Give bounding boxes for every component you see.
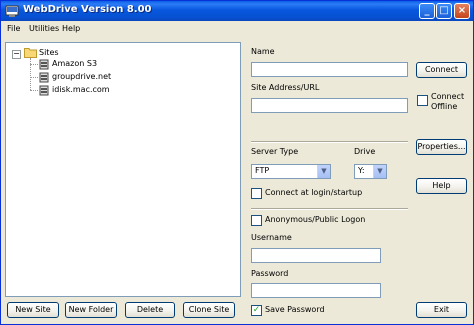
connect-offline-checkbox[interactable] — [417, 95, 428, 106]
server-type-value: FTP — [255, 166, 270, 175]
chevron-down-icon[interactable]: ▼ — [317, 165, 330, 178]
webdrive-window: WebDrive Version 8.00 _ □ × File Utiliti… — [0, 0, 474, 325]
delete-button[interactable]: Delete — [125, 302, 175, 318]
menu-help[interactable]: Help — [62, 24, 80, 33]
site-address-label: Site Address/URL — [251, 83, 320, 92]
tree-connector — [30, 58, 31, 90]
tree-connector — [30, 77, 38, 78]
tree-connector — [30, 90, 38, 91]
new-site-button[interactable]: New Site — [7, 302, 59, 318]
save-password-checkbox[interactable]: ✓ — [251, 305, 262, 316]
tree-connector — [30, 64, 38, 65]
username-label: Username — [251, 233, 292, 242]
menu-utilities[interactable]: Utilities — [29, 24, 59, 33]
title-bar[interactable]: WebDrive Version 8.00 _ □ × — [1, 1, 473, 21]
properties-button[interactable]: Properties... — [416, 139, 467, 155]
anonymous-logon-checkbox[interactable] — [251, 215, 262, 226]
separator — [251, 208, 408, 210]
server-type-select[interactable]: FTP ▼ — [251, 164, 331, 179]
chevron-down-icon[interactable]: ▼ — [373, 165, 386, 178]
tree-collapse-toggle[interactable]: − — [12, 50, 21, 59]
folder-icon — [24, 48, 37, 58]
clone-site-button[interactable]: Clone Site — [183, 302, 235, 318]
connect-button[interactable]: Connect — [416, 62, 467, 78]
drive-select[interactable]: Y: ▼ — [354, 164, 387, 179]
site-drive-icon — [39, 59, 49, 70]
connect-offline-label: Connect — [431, 92, 465, 101]
window-title: WebDrive Version 8.00 — [23, 4, 152, 15]
tree-site-item[interactable]: Amazon S3 — [52, 59, 97, 68]
menu-file[interactable]: File — [7, 24, 20, 33]
close-button[interactable]: × — [454, 3, 470, 19]
help-button[interactable]: Help — [416, 178, 467, 194]
tree-site-item[interactable]: groupdrive.net — [52, 72, 111, 81]
site-drive-icon — [39, 72, 49, 83]
exit-button[interactable]: Exit — [416, 302, 467, 318]
new-folder-button[interactable]: New Folder — [65, 302, 117, 318]
save-password-label: Save Password — [265, 305, 325, 314]
separator — [251, 141, 408, 143]
sites-tree[interactable]: − Sites Amazon S3 groupdrive.net idisk.m… — [5, 42, 241, 297]
connect-login-checkbox[interactable] — [251, 188, 262, 199]
drive-value: Y: — [358, 166, 365, 175]
tree-root-sites[interactable]: Sites — [39, 48, 59, 57]
anonymous-logon-label: Anonymous/Public Logon — [265, 215, 366, 224]
minimize-button[interactable]: _ — [419, 3, 435, 19]
password-input[interactable] — [251, 283, 381, 298]
drive-label: Drive — [354, 147, 376, 156]
name-label: Name — [251, 47, 275, 56]
webdrive-app-icon — [5, 5, 19, 17]
connect-login-label: Connect at login/startup — [265, 188, 363, 197]
server-type-label: Server Type — [251, 147, 299, 156]
connect-offline-label: Offline — [431, 102, 458, 111]
name-input[interactable] — [251, 62, 408, 77]
tree-site-item[interactable]: idisk.mac.com — [52, 85, 110, 94]
site-address-input[interactable] — [251, 98, 408, 113]
menu-bar: File Utilities Help — [1, 21, 473, 38]
password-label: Password — [251, 269, 289, 278]
username-input[interactable] — [251, 248, 381, 263]
site-drive-icon — [39, 85, 49, 96]
maximize-button[interactable]: □ — [436, 3, 452, 19]
